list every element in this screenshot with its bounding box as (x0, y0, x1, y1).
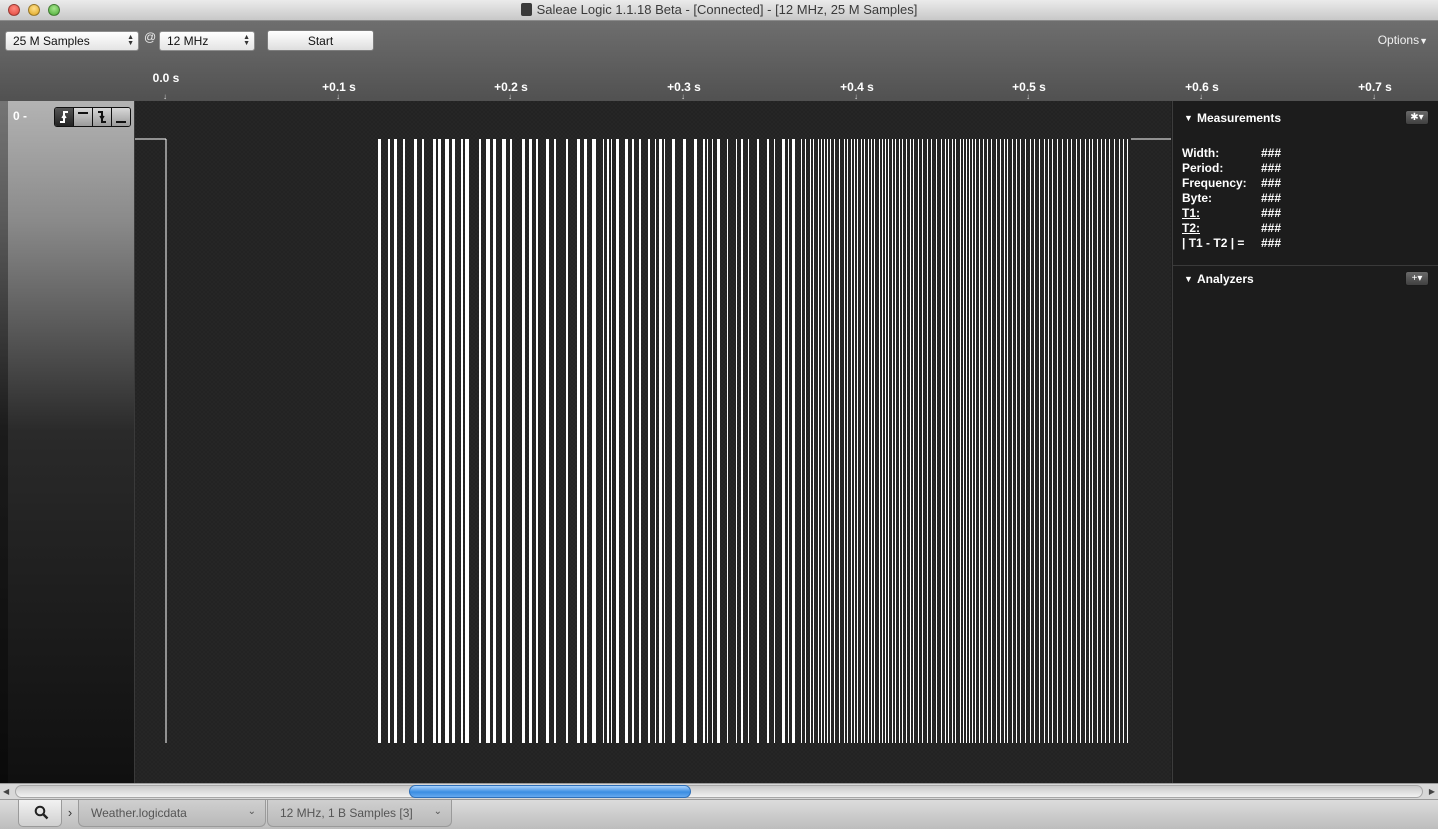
sample-count-value: 25 M Samples (13, 34, 90, 48)
measurement-row: T1: ### (1182, 206, 1422, 221)
measurement-row: T2: ### (1182, 221, 1422, 236)
high-level-trigger-button[interactable] (74, 108, 93, 126)
time-ruler[interactable]: 0.0 s ↓ +0.1 s ↓ +0.2 s ↓ +0.3 s ↓ +0.4 … (0, 71, 1438, 101)
tick-arrow-icon: ↓ (1372, 92, 1376, 101)
start-button[interactable]: Start (267, 30, 374, 51)
measurement-value: ### (1261, 206, 1282, 220)
tick-arrow-icon: ↓ (508, 92, 512, 101)
measurement-value: ### (1261, 146, 1282, 160)
analyzers-title: Analyzers (1197, 272, 1254, 286)
measurement-value: ### (1261, 191, 1282, 205)
channel-number[interactable]: 0 - (13, 109, 27, 123)
window-title: Saleae Logic 1.1.18 Beta - [Connected] -… (536, 2, 918, 17)
tick-arrow-icon: ↓ (163, 92, 167, 101)
plus-icon: +▾ (1411, 273, 1423, 284)
sample-rate-value: 12 MHz (167, 34, 209, 48)
scroll-left-arrow-icon[interactable]: ◀ (3, 787, 9, 796)
title-bar: Saleae Logic 1.1.18 Beta - [Connected] -… (0, 0, 1438, 21)
measurement-value: ### (1261, 236, 1282, 250)
dropdown-triangle-icon: ▼ (1419, 36, 1428, 46)
measurement-row: Byte: ### (1182, 191, 1422, 206)
falling-edge-trigger-button[interactable] (93, 108, 112, 126)
scroll-track[interactable] (15, 785, 1423, 798)
tick-arrow-icon: ↓ (336, 92, 340, 101)
tick-arrow-icon: ↓ (854, 92, 858, 101)
measurement-row: Period: ### (1182, 161, 1422, 176)
window-title-wrap: Saleae Logic 1.1.18 Beta - [Connected] -… (0, 2, 1438, 17)
measurement-label: Width: (1182, 146, 1220, 160)
file-tab[interactable]: Weather.logicdata ⌄ (78, 800, 266, 827)
chevron-down-icon[interactable]: ⌄ (248, 806, 256, 817)
measurement-row: Frequency: ### (1182, 176, 1422, 191)
search-icon (34, 805, 49, 820)
options-menu-button[interactable]: Options▼ (1378, 33, 1428, 47)
session-tab[interactable]: 12 MHz, 1 B Samples [3] ⌄ (267, 800, 452, 827)
file-tab-label: Weather.logicdata (91, 806, 187, 820)
sample-rate-select[interactable]: 12 MHz ▲ ▼ (159, 31, 255, 51)
measurements-list: Width: ### Period: ### Frequency: ### By… (1182, 146, 1422, 251)
t2-marker-link[interactable]: T2: (1182, 221, 1200, 235)
measurement-row: | T1 - T2 | = ### (1182, 236, 1422, 251)
trigger-selector (54, 107, 131, 127)
search-tab[interactable] (18, 800, 62, 827)
document-icon (520, 3, 532, 16)
disclosure-triangle-icon: ▼ (1184, 113, 1193, 123)
low-level-icon (116, 121, 126, 123)
sample-count-select[interactable]: 25 M Samples ▲ ▼ (5, 31, 139, 51)
tick-arrow-icon: ↓ (681, 92, 685, 101)
expand-tabs-chevron-icon[interactable]: › (62, 802, 78, 826)
t1-marker-link[interactable]: T1: (1182, 206, 1200, 220)
updown-arrows-icon: ▲ ▼ (243, 34, 250, 47)
measurement-value: ### (1261, 221, 1282, 235)
falling-edge-icon (98, 111, 106, 123)
session-tab-label: 12 MHz, 1 B Samples [3] (280, 806, 413, 820)
side-panel: ▼ Measurements ✱▾ Width: ### Period: ###… (1172, 101, 1438, 783)
analyzers-header[interactable]: ▼ Analyzers +▾ (1173, 265, 1438, 291)
time-tick-label: 0.0 s (152, 71, 180, 85)
measurement-label: Byte: (1182, 191, 1213, 205)
gear-icon: ✱▾ (1410, 112, 1424, 123)
toolbar: 25 M Samples ▲ ▼ @ 12 MHz ▲ ▼ Start Option… (0, 21, 1438, 101)
tick-arrow-icon: ↓ (1026, 92, 1030, 101)
tick-arrow-icon: ↓ (1199, 92, 1203, 101)
low-level-trigger-button[interactable] (112, 108, 130, 126)
scroll-thumb[interactable] (409, 785, 691, 798)
at-symbol: @ (144, 30, 157, 44)
measurement-value: ### (1261, 161, 1282, 175)
options-label: Options (1377, 33, 1420, 47)
waveform-trace (135, 138, 1171, 743)
measurements-title: Measurements (1197, 111, 1282, 125)
bottom-tab-bar: › Weather.logicdata ⌄ 12 MHz, 1 B Sample… (0, 799, 1438, 829)
measurement-label: Period: (1182, 161, 1224, 175)
measurement-row: Width: ### (1182, 146, 1422, 161)
channel-label-panel: 0 - (0, 101, 135, 783)
measurements-header[interactable]: ▼ Measurements ✱▾ (1173, 105, 1438, 131)
scroll-right-arrow-icon[interactable]: ▶ (1429, 787, 1435, 796)
chevron-down-icon[interactable]: ⌄ (434, 806, 442, 817)
measurement-label: Frequency: (1182, 176, 1247, 190)
disclosure-triangle-icon: ▼ (1184, 274, 1193, 284)
horizontal-scrollbar[interactable]: ◀ ▶ (0, 783, 1438, 799)
measurement-value: ### (1261, 176, 1282, 190)
high-level-icon (78, 112, 88, 114)
rising-edge-trigger-button[interactable] (55, 108, 74, 126)
measurements-settings-button[interactable]: ✱▾ (1405, 110, 1429, 125)
measurement-label: | T1 - T2 | = (1182, 236, 1245, 250)
waveform-area[interactable] (135, 101, 1171, 783)
add-analyzer-button[interactable]: +▾ (1405, 271, 1429, 286)
updown-arrows-icon: ▲ ▼ (127, 34, 134, 47)
rising-edge-icon (60, 111, 68, 123)
